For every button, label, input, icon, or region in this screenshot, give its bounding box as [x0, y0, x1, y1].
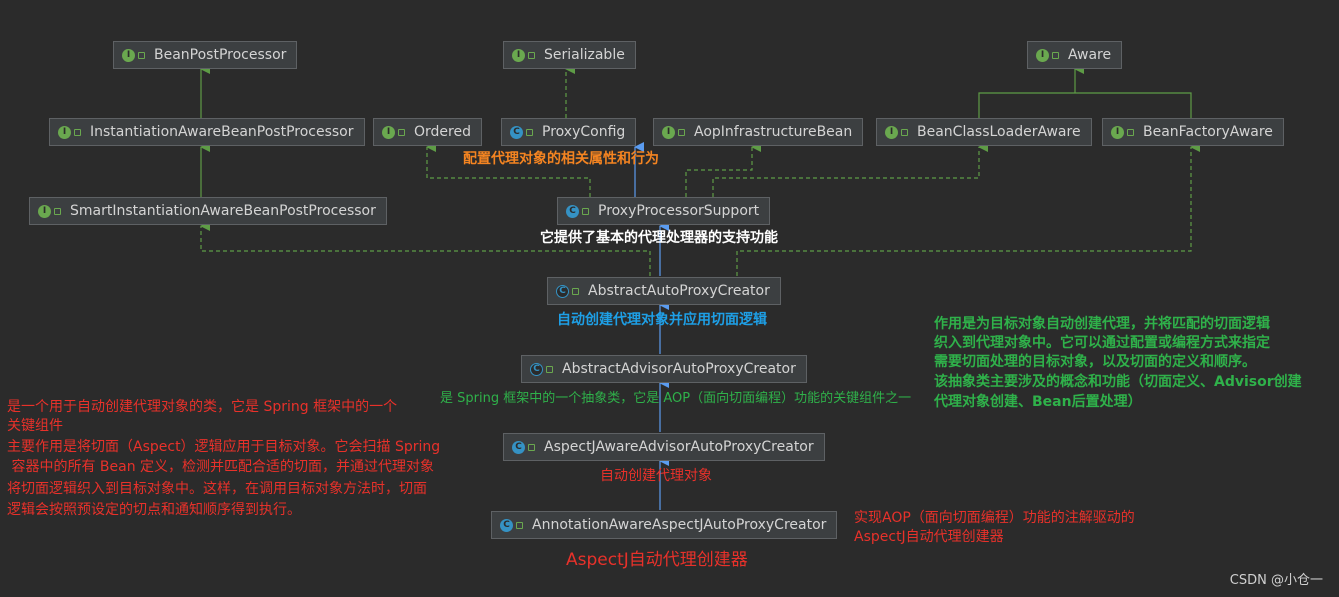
node-label: AbstractAdvisorAutoProxyCreator — [562, 361, 796, 377]
node-label: BeanPostProcessor — [154, 47, 287, 63]
edge-pps-to-beanclassloader — [712, 142, 988, 197]
annotation-aware-note-line-1: 实现AOP（面向切面编程）功能的注解驱动的 — [854, 510, 1135, 526]
lock-icon — [572, 287, 579, 295]
watermark: CSDN @小仓一 — [1229, 573, 1323, 588]
node-bean-class-loader-aware[interactable]: I BeanClassLoaderAware — [876, 118, 1092, 146]
node-bean-factory-aware[interactable]: I BeanFactoryAware — [1102, 118, 1284, 146]
left-note-line: 容器中的所有 Bean 定义，检测并匹配合适的切面，并通过代理对象 — [7, 459, 435, 475]
node-proxy-processor-support[interactable]: C ProxyProcessorSupport — [557, 197, 771, 225]
interface-icon: I — [58, 125, 71, 139]
node-label: InstantiationAwareBeanPostProcessor — [90, 124, 354, 140]
interface-icon: I — [382, 125, 395, 139]
edge-beanclassloader-to-aware — [978, 92, 1192, 118]
node-label: BeanFactoryAware — [1143, 124, 1273, 140]
abstract-class-icon: C — [556, 284, 569, 298]
right-note-line: 需要切面处理的目标对象，以及切面的定义和顺序。 — [934, 354, 1256, 370]
class-icon: C — [500, 518, 513, 532]
node-aspectj-aware-advisor-auto-proxy-creator[interactable]: C AspectJAwareAdvisorAutoProxyCreator — [503, 433, 825, 461]
node-label: ProxyConfig — [542, 124, 626, 140]
interface-icon: I — [885, 125, 898, 139]
abstract-class-icon: C — [530, 362, 543, 376]
right-note-line: 代理对象创建、Bean后置处理） — [934, 394, 1142, 410]
node-label: Ordered — [414, 124, 471, 140]
lock-icon — [1052, 51, 1059, 59]
abstract-advisor-note: 是 Spring 框架中的一个抽象类，它是 AOP（面向切面编程）功能的关键组件… — [440, 391, 912, 406]
class-icon: C — [510, 125, 523, 139]
class-icon: C — [566, 204, 579, 218]
right-note-line: 该抽象类主要涉及的概念和功能（切面定义、Advisor创建 — [934, 374, 1302, 390]
aspectj-aware-note: 自动创建代理对象 — [600, 468, 712, 484]
lock-icon — [528, 443, 535, 451]
node-label: AopInfrastructureBean — [694, 124, 853, 140]
node-smart-instantiation-aware-bpp[interactable]: I SmartInstantiationAwareBeanPostProcess… — [29, 197, 387, 225]
node-aware[interactable]: I Aware — [1027, 41, 1123, 69]
interface-icon: I — [38, 204, 51, 218]
node-abstract-advisor-auto-proxy-creator[interactable]: C AbstractAdvisorAutoProxyCreator — [521, 355, 807, 383]
node-label: AbstractAutoProxyCreator — [588, 283, 770, 299]
node-aop-infrastructure-bean[interactable]: I AopInfrastructureBean — [653, 118, 864, 146]
node-serializable[interactable]: I Serializable — [503, 41, 636, 69]
left-note-line: 是一个用于自动创建代理对象的类，它是 Spring 框架中的一个 — [7, 399, 398, 415]
lock-icon — [516, 521, 523, 529]
node-annotation-aware-aspectj-auto-proxy-creator[interactable]: C AnnotationAwareAspectJAutoProxyCreator — [491, 511, 838, 539]
left-note-line: 关键组件 — [7, 418, 63, 434]
interface-icon: I — [1111, 125, 1124, 139]
annotation-aware-note-line-2: AspectJ自动代理创建器 — [854, 529, 1004, 545]
lock-icon — [528, 51, 535, 59]
lock-icon — [1127, 128, 1134, 136]
node-label: Serializable — [544, 47, 625, 63]
node-abstract-auto-proxy-creator[interactable]: C AbstractAutoProxyCreator — [547, 277, 781, 305]
node-proxy-config[interactable]: C ProxyConfig — [501, 118, 637, 146]
node-label: AspectJAwareAdvisorAutoProxyCreator — [544, 439, 814, 455]
node-label: BeanClassLoaderAware — [917, 124, 1081, 140]
node-label: ProxyProcessorSupport — [598, 203, 760, 219]
abstract-auto-proxy-creator-note: 自动创建代理对象并应用切面逻辑 — [557, 312, 767, 328]
lock-icon — [54, 207, 61, 215]
left-note-line: 将切面逻辑织入到目标对象中。这样，在调用目标对象方法时，切面 — [7, 481, 427, 497]
lock-icon — [901, 128, 908, 136]
lock-icon — [678, 128, 685, 136]
lock-icon — [398, 128, 405, 136]
node-instantiation-aware-bpp[interactable]: I InstantiationAwareBeanPostProcessor — [49, 118, 365, 146]
right-note-line: 织入到代理对象中。它可以通过配置或编程方式来指定 — [934, 335, 1270, 351]
node-label: SmartInstantiationAwareBeanPostProcessor — [70, 203, 376, 219]
bottom-title: AspectJ自动代理创建器 — [566, 550, 748, 570]
left-note-line: 逻辑会按照预设定的切点和通知顺序得到执行。 — [7, 502, 301, 518]
lock-icon — [582, 207, 589, 215]
proxy-config-note: 配置代理对象的相关属性和行为 — [463, 151, 659, 167]
lock-icon — [526, 128, 533, 136]
interface-icon: I — [1036, 48, 1049, 62]
edge-aapc-to-beanfactoryaware — [736, 142, 1200, 276]
node-label: Aware — [1068, 47, 1112, 63]
left-note-line: 主要作用是将切面（Aspect）逻辑应用于目标对象。它会扫描 Spring — [7, 439, 441, 455]
edge-pps-to-aopinfra — [685, 142, 761, 197]
node-label: AnnotationAwareAspectJAutoProxyCreator — [532, 517, 827, 533]
node-ordered[interactable]: I Ordered — [373, 118, 482, 146]
lock-icon — [138, 51, 145, 59]
lock-icon — [74, 128, 81, 136]
interface-icon: I — [662, 125, 675, 139]
node-bean-post-processor[interactable]: I BeanPostProcessor — [113, 41, 298, 69]
right-note-line: 作用是为目标对象自动创建代理，并将匹配的切面逻辑 — [934, 316, 1270, 332]
interface-icon: I — [512, 48, 525, 62]
class-icon: C — [512, 440, 525, 454]
lock-icon — [546, 365, 553, 373]
proxy-processor-support-note: 它提供了基本的代理处理器的支持功能 — [540, 230, 778, 246]
interface-icon: I — [122, 48, 135, 62]
